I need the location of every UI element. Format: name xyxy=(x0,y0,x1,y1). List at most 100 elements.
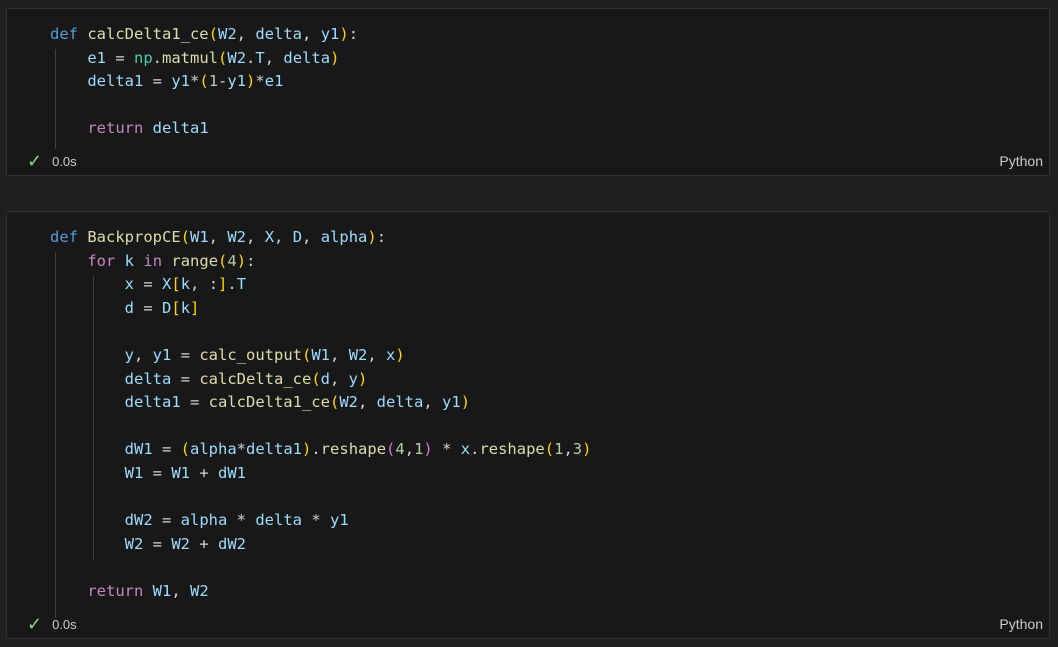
code-token: + xyxy=(190,534,218,553)
code-token: D xyxy=(292,228,303,246)
code-token: = xyxy=(134,298,162,317)
code-token: y1 xyxy=(320,25,340,43)
code-token: W2 xyxy=(227,228,247,246)
code-token: , xyxy=(236,25,256,43)
code-line: W1 = W1 + dW1 xyxy=(50,462,591,486)
code-token: , xyxy=(358,393,377,412)
code-token: * xyxy=(432,440,461,459)
code-token: W2 xyxy=(171,534,190,553)
code-token: : xyxy=(348,25,359,43)
code-token: , xyxy=(367,345,387,364)
code-token: W2 xyxy=(124,534,144,553)
code-token: , xyxy=(330,345,349,364)
execution-time: 0.0s xyxy=(52,616,77,632)
language-label[interactable]: Python xyxy=(999,616,1043,632)
code-token: W1 xyxy=(152,581,172,600)
code-line: delta1 = y1*(1-y1)*e1 xyxy=(50,70,358,94)
code-token: = xyxy=(180,393,209,412)
code-line: y, y1 = calc_output(W1, W2, x) xyxy=(50,344,591,368)
code-cell-1[interactable]: def calcDelta1_ce(W2, delta, y1): e1 = n… xyxy=(6,8,1050,176)
code-token: , xyxy=(302,228,321,246)
code-token: ( xyxy=(386,440,396,459)
code-token: ] xyxy=(190,298,200,317)
code-token: T xyxy=(236,275,247,294)
code-token: y1 xyxy=(227,72,247,91)
code-token: = xyxy=(143,72,172,91)
code-token: delta xyxy=(124,369,172,388)
code-token: ( xyxy=(180,228,190,246)
code-token: np xyxy=(134,48,153,67)
code-token: W2 xyxy=(339,393,358,412)
code-token: d xyxy=(320,369,330,388)
code-token: ) xyxy=(236,251,247,270)
code-token: y1 xyxy=(171,72,190,91)
code-token: ) xyxy=(246,72,256,91)
code-token: y xyxy=(124,345,134,364)
code-token: x xyxy=(124,275,134,294)
code-editor[interactable]: def BackpropCE(W1, W2, X, D, alpha): for… xyxy=(50,226,591,604)
code-token: for xyxy=(87,251,116,270)
code-token: delta xyxy=(255,25,303,43)
code-token: dW2 xyxy=(124,511,153,530)
code-token: ( xyxy=(218,48,228,67)
code-token: ( xyxy=(199,72,209,91)
code-line: return W1, W2 xyxy=(50,580,591,604)
code-token: = xyxy=(152,440,181,459)
check-icon: ✓ xyxy=(27,614,43,634)
code-token: ( xyxy=(302,345,312,364)
code-token: delta xyxy=(376,393,424,412)
code-token: k xyxy=(180,275,191,294)
code-token: ) xyxy=(395,345,405,364)
code-line: delta1 = calcDelta1_ce(W2, delta, y1) xyxy=(50,391,591,415)
code-token: , xyxy=(246,228,265,246)
code-token: BackpropCE xyxy=(87,228,181,246)
code-token: , xyxy=(404,440,415,459)
code-token: = xyxy=(134,275,162,294)
code-line: e1 = np.matmul(W2.T, delta) xyxy=(50,47,358,71)
code-cell-2[interactable]: def BackpropCE(W1, W2, X, D, alpha): for… xyxy=(6,211,1050,639)
code-token: , : xyxy=(190,275,219,294)
code-token: W1 xyxy=(190,228,209,246)
code-token: [ xyxy=(171,298,181,317)
code-token: e1 xyxy=(87,48,106,67)
code-token: W1 xyxy=(124,463,144,482)
code-token: 1 xyxy=(208,72,219,91)
code-line: delta = calcDelta_ce(d, y) xyxy=(50,368,591,392)
code-token: d xyxy=(124,298,134,317)
code-token: ( xyxy=(208,25,218,43)
execution-time: 0.0s xyxy=(52,153,77,169)
code-token: ( xyxy=(329,393,340,412)
code-token: x xyxy=(460,440,471,459)
code-token: D xyxy=(162,298,172,317)
code-token: , xyxy=(171,581,191,600)
language-label[interactable]: Python xyxy=(999,153,1043,169)
code-token: - xyxy=(218,72,228,91)
code-token: W2 xyxy=(227,48,247,67)
code-token: calcDelta_ce xyxy=(199,369,312,388)
code-token: 1 xyxy=(414,440,424,459)
code-token: calcDelta1_ce xyxy=(208,393,330,412)
code-token: . xyxy=(152,48,163,67)
code-line: x = X[k, :].T xyxy=(50,273,591,297)
code-token: ) xyxy=(339,25,349,43)
code-token: ( xyxy=(544,440,555,459)
code-editor[interactable]: def calcDelta1_ce(W2, delta, y1): e1 = n… xyxy=(50,23,358,141)
code-token: ) xyxy=(582,440,592,459)
code-token: delta xyxy=(255,511,302,530)
code-token: . xyxy=(246,48,256,67)
code-token: delta xyxy=(283,48,331,67)
code-token: , xyxy=(330,369,349,388)
